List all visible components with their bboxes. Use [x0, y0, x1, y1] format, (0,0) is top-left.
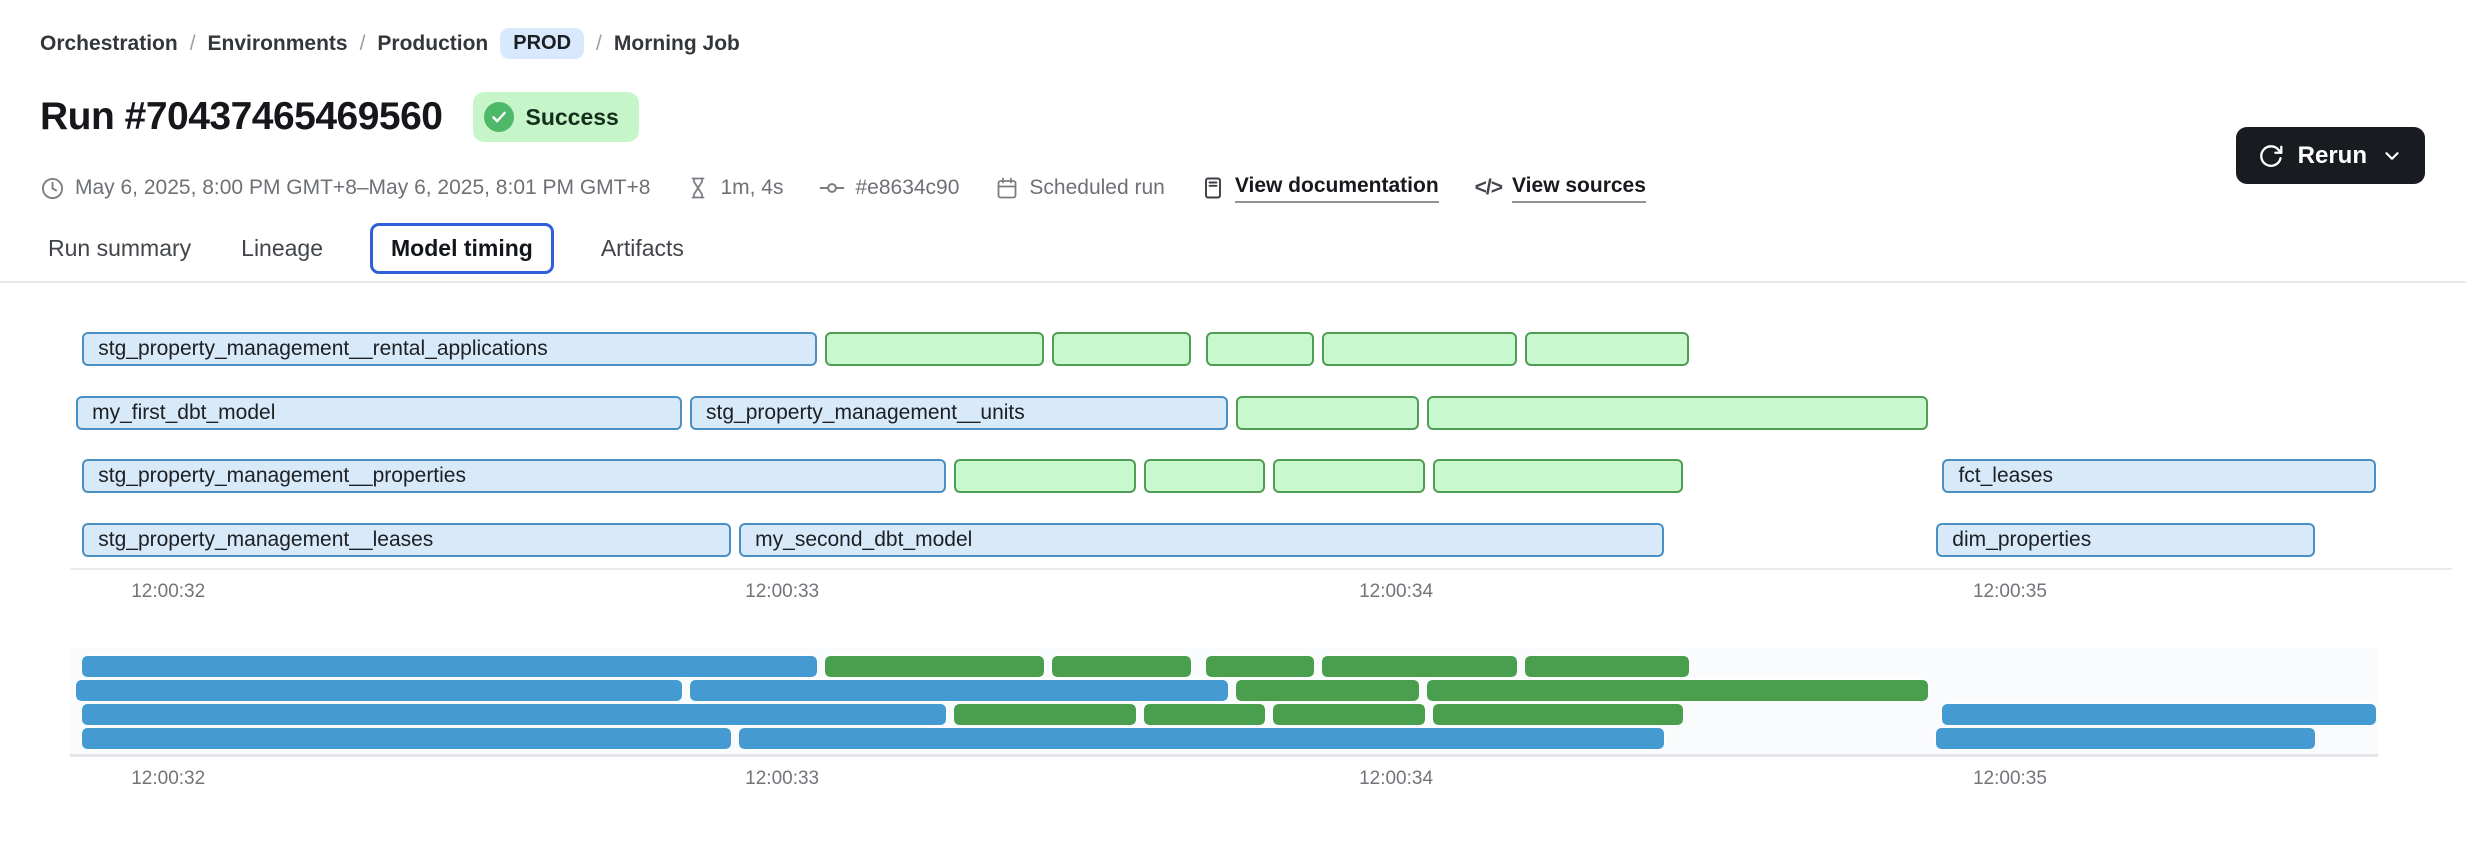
- minimap-bar-stg_property_management__rental_applications[interactable]: [82, 656, 817, 677]
- gantt-bar-stg_property_management__properties[interactable]: stg_property_management__properties: [82, 459, 946, 493]
- minimap-bar-stg_property_management__units[interactable]: [690, 680, 1228, 701]
- minimap-tick-12:00:35: 12:00:35: [1930, 768, 2090, 790]
- gantt-bar[interactable]: [1322, 332, 1516, 366]
- gantt-bar[interactable]: [1525, 332, 1689, 366]
- minimap-bar[interactable]: [1206, 656, 1315, 677]
- minimap-tick-12:00:33: 12:00:33: [702, 768, 862, 790]
- gantt-bar-label: dim_properties: [1938, 528, 2091, 552]
- minimap-bar[interactable]: [1052, 656, 1191, 677]
- minimap-bar[interactable]: [1525, 656, 1689, 677]
- gantt-bar[interactable]: [1427, 396, 1928, 430]
- minimap-bar-my_first_dbt_model[interactable]: [76, 680, 682, 701]
- gantt-bar[interactable]: [954, 459, 1136, 493]
- gantt-bar[interactable]: [1273, 459, 1424, 493]
- gantt-bar-label: stg_property_management__leases: [84, 528, 433, 552]
- minimap-tick-12:00:32: 12:00:32: [88, 768, 248, 790]
- minimap-bar-my_second_dbt_model[interactable]: [739, 728, 1664, 749]
- minimap-bar[interactable]: [825, 656, 1044, 677]
- run-detail-page: Orchestration / Environments / Productio…: [0, 0, 2466, 842]
- minimap-bar-stg_property_management__leases[interactable]: [82, 728, 731, 749]
- gantt-bar[interactable]: [1236, 396, 1418, 430]
- time-axis-tick-12:00:33: 12:00:33: [702, 581, 862, 603]
- time-axis-tick-12:00:34: 12:00:34: [1316, 581, 1476, 603]
- minimap-bar-dim_properties[interactable]: [1936, 728, 2315, 749]
- gantt-bar[interactable]: [825, 332, 1044, 366]
- time-axis-tick-12:00:35: 12:00:35: [1930, 581, 2090, 603]
- minimap-divider: [70, 754, 2378, 757]
- time-axis-tick-12:00:32: 12:00:32: [88, 581, 248, 603]
- gantt-bar-dim_properties[interactable]: dim_properties: [1936, 523, 2315, 557]
- time-axis-line: [70, 568, 2452, 570]
- gantt-bar-label: fct_leases: [1944, 464, 2053, 488]
- minimap-bar[interactable]: [1322, 656, 1516, 677]
- gantt-bar-label: my_first_dbt_model: [78, 401, 275, 425]
- minimap-bar[interactable]: [1433, 704, 1683, 725]
- minimap-bar-fct_leases[interactable]: [1942, 704, 2376, 725]
- minimap-bar[interactable]: [1236, 680, 1418, 701]
- minimap-bar[interactable]: [1144, 704, 1265, 725]
- gantt-bar-stg_property_management__leases[interactable]: stg_property_management__leases: [82, 523, 731, 557]
- gantt-bar[interactable]: [1052, 332, 1191, 366]
- gantt-bar-stg_property_management__rental_applications[interactable]: stg_property_management__rental_applicat…: [82, 332, 817, 366]
- minimap-bar-stg_property_management__properties[interactable]: [82, 704, 946, 725]
- minimap-bar[interactable]: [1427, 680, 1928, 701]
- minimap-tick-12:00:34: 12:00:34: [1316, 768, 1476, 790]
- gantt-bar-label: stg_property_management__rental_applicat…: [84, 337, 547, 361]
- gantt-bar[interactable]: [1206, 332, 1315, 366]
- model-timing-chart: stg_property_management__rental_applicat…: [0, 0, 2466, 842]
- gantt-bar-label: stg_property_management__units: [692, 401, 1025, 425]
- minimap-bar[interactable]: [1273, 704, 1424, 725]
- gantt-bar[interactable]: [1433, 459, 1683, 493]
- gantt-bar-label: my_second_dbt_model: [741, 528, 972, 552]
- gantt-bar-my_first_dbt_model[interactable]: my_first_dbt_model: [76, 396, 682, 430]
- gantt-bar-stg_property_management__units[interactable]: stg_property_management__units: [690, 396, 1228, 430]
- gantt-bar-label: stg_property_management__properties: [84, 464, 466, 488]
- gantt-bar-fct_leases[interactable]: fct_leases: [1942, 459, 2376, 493]
- minimap-bar[interactable]: [954, 704, 1136, 725]
- gantt-bar-my_second_dbt_model[interactable]: my_second_dbt_model: [739, 523, 1664, 557]
- gantt-bar[interactable]: [1144, 459, 1265, 493]
